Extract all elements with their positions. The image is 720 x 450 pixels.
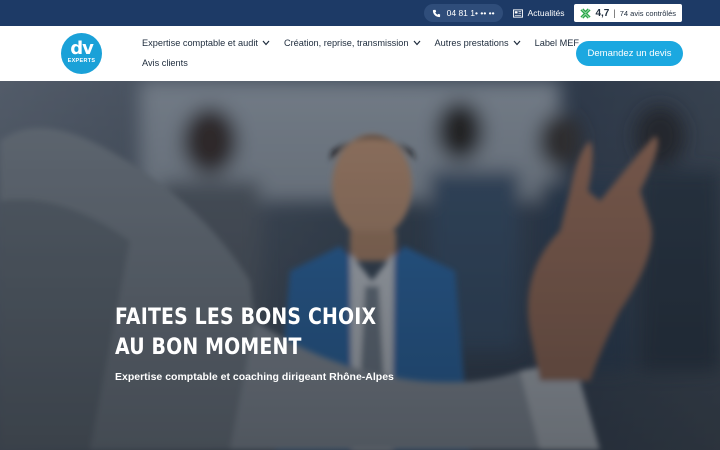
hero-title: FAITES LES BONS CHOIX AU BON MOMENT <box>115 303 376 363</box>
nav-item-creation[interactable]: Création, reprise, transmission <box>284 38 421 48</box>
news-label: Actualités <box>527 8 565 18</box>
nav-label: Avis clients <box>142 58 188 68</box>
nav-item-avis-clients[interactable]: Avis clients <box>142 58 188 68</box>
main-nav: Expertise comptable et audit Création, r… <box>142 38 579 48</box>
news-link[interactable]: Actualités <box>512 8 565 18</box>
nav-label: Création, reprise, transmission <box>283 38 409 48</box>
nav-item-label-mef[interactable]: Label MEF <box>535 38 579 48</box>
top-bar: 04 81 1• •• •• Actualités 4,7 | 74 avis … <box>0 0 720 26</box>
hero-subtitle: Expertise comptable et coaching dirigean… <box>115 371 394 383</box>
rating-badge[interactable]: 4,7 | 74 avis contrôlés <box>574 4 682 22</box>
request-quote-button[interactable]: Demandez un devis <box>576 41 683 66</box>
phone-link[interactable]: 04 81 1• •• •• <box>423 4 503 22</box>
rating-count: 74 avis contrôlés <box>619 8 676 18</box>
hero-section: FAITES LES BONS CHOIX AU BON MOMENT Expe… <box>0 81 720 450</box>
chevron-down-icon <box>262 40 270 46</box>
hero-title-line-1: FAITES LES BONS CHOIX <box>115 305 377 330</box>
review-badge-icon <box>580 7 592 19</box>
logo-mark: dv <box>70 38 94 59</box>
nav-item-expertise[interactable]: Expertise comptable et audit <box>142 38 270 48</box>
phone-icon <box>432 9 440 17</box>
rating-separator: | <box>613 8 616 18</box>
nav-label: Expertise comptable et audit <box>142 38 258 48</box>
newspaper-icon <box>512 8 523 18</box>
chevron-down-icon <box>413 40 420 46</box>
hero-title-line-2: AU BON MOMENT <box>115 335 302 360</box>
chevron-down-icon <box>513 40 521 46</box>
logo-wordmark: EXPERTS <box>67 58 96 64</box>
rating-score: 4,7 <box>595 7 610 19</box>
hero-background-image <box>0 81 720 450</box>
phone-number: 04 81 1• •• •• <box>446 8 495 18</box>
site-logo[interactable]: dv EXPERTS <box>61 33 102 74</box>
nav-item-autres-prestations[interactable]: Autres prestations <box>435 38 521 48</box>
nav-label: Autres prestations <box>434 38 509 48</box>
main-nav-second-row: Avis clients <box>142 58 188 68</box>
nav-label: Label MEF <box>534 38 580 48</box>
site-header: dv EXPERTS Expertise comptable et audit … <box>0 26 720 81</box>
